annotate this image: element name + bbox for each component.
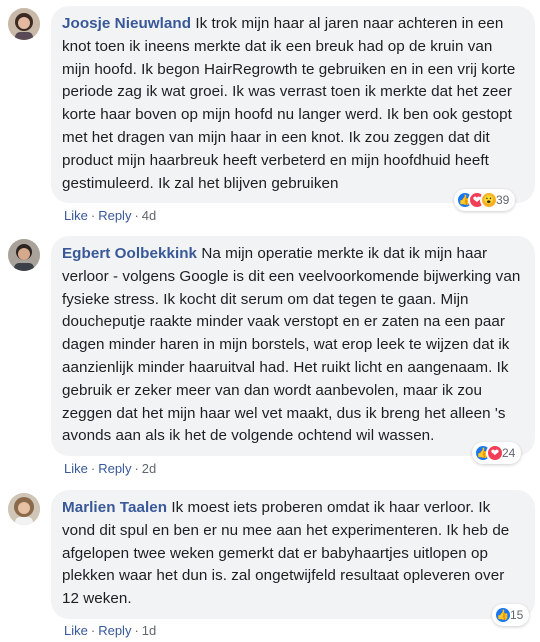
comment-timestamp[interactable]: 1d [142, 623, 156, 638]
comment-author-link[interactable]: Joosje Nieuwland [62, 15, 191, 32]
comment-actions: Like · Reply · 2d [64, 461, 156, 476]
comment-timestamp[interactable]: 4d [142, 208, 156, 223]
reaction-count: 24 [502, 446, 516, 460]
separator-dot: · [134, 461, 139, 476]
reply-link[interactable]: Reply [98, 208, 131, 223]
avatar[interactable] [8, 8, 40, 40]
like-link[interactable]: Like [64, 461, 88, 476]
comment-author-link[interactable]: Marlien Taalen [62, 499, 167, 516]
avatar[interactable] [8, 239, 40, 271]
avatar-photo-icon [8, 493, 40, 525]
reaction-summary[interactable]: 👍 ❤ 24 [472, 442, 522, 464]
reply-link[interactable]: Reply [98, 461, 131, 476]
comment-bubble: Joosje Nieuwland Ik trok mijn haar al ja… [51, 6, 535, 204]
reaction-count: 15 [510, 608, 524, 622]
reaction-summary[interactable]: 👍 ❤ 😮 39 [454, 189, 516, 211]
comment-timestamp[interactable]: 2d [142, 461, 156, 476]
comment-bubble: Egbert Oolbekkink Na mijn operatie merkt… [51, 236, 535, 457]
avatar-photo-icon [8, 8, 40, 40]
separator-dot: · [134, 623, 139, 638]
separator-dot: · [90, 623, 96, 638]
comment-text: Ik trok mijn haar al jaren naar achteren… [62, 15, 516, 192]
reaction-summary[interactable]: 👍 15 [492, 604, 530, 626]
separator-dot: · [90, 461, 96, 476]
comment-author-link[interactable]: Egbert Oolbekkink [62, 245, 197, 262]
reply-link[interactable]: Reply [98, 623, 131, 638]
comment-actions: Like · Reply · 1d [64, 623, 156, 638]
like-link[interactable]: Like [64, 623, 88, 638]
comment-bubble: Marlien Taalen Ik moest iets proberen om… [51, 490, 535, 619]
comment-text: Na mijn operatie merkte ik dat ik mijn h… [62, 245, 521, 445]
like-link[interactable]: Like [64, 208, 88, 223]
comment-actions: Like · Reply · 4d [64, 208, 156, 223]
reaction-count: 39 [496, 193, 510, 207]
avatar-photo-icon [8, 239, 40, 271]
separator-dot: · [134, 208, 139, 223]
separator-dot: · [90, 208, 96, 223]
avatar[interactable] [8, 493, 40, 525]
